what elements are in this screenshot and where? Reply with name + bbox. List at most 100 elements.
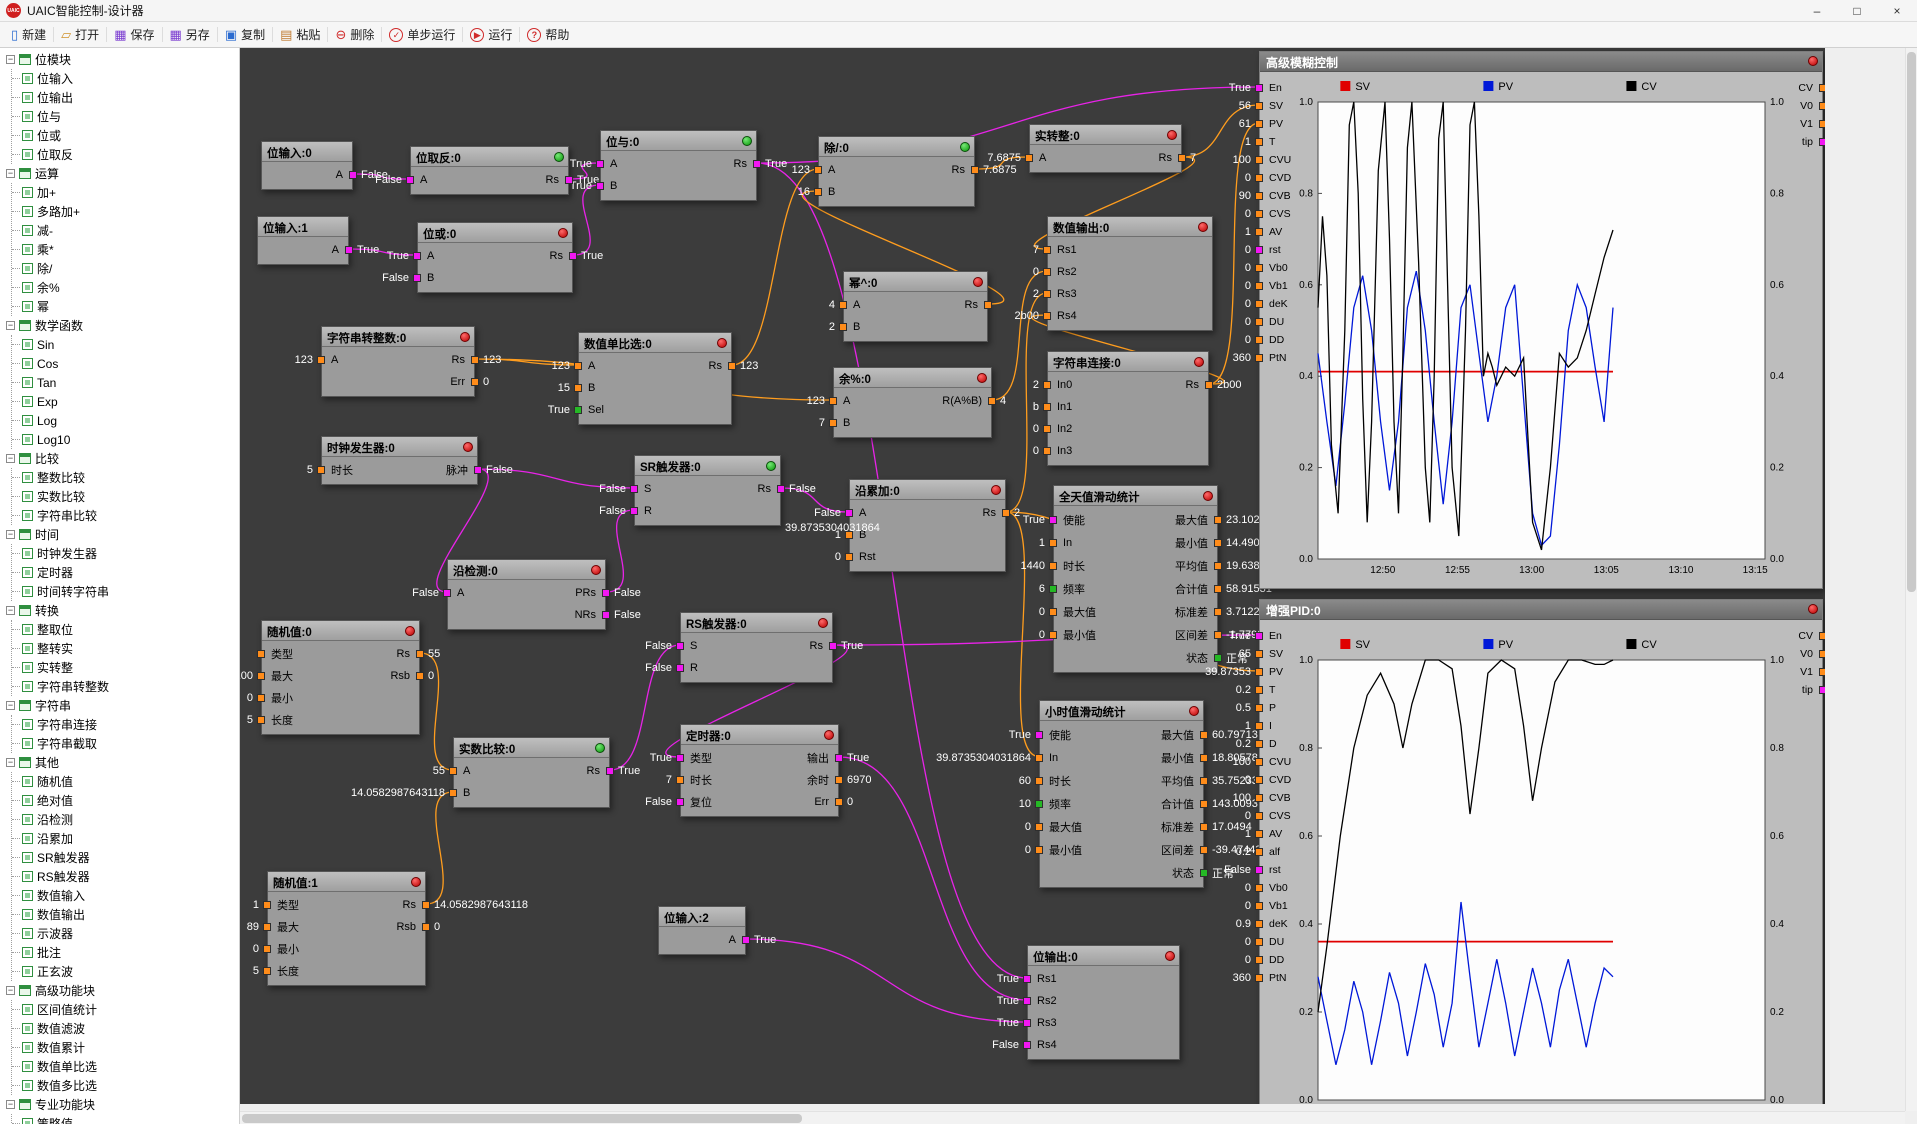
input-port[interactable] [1023, 1019, 1031, 1027]
output-port[interactable] [1214, 539, 1222, 547]
output-port[interactable] [1205, 381, 1213, 389]
toolbar-button-4[interactable]: ▦另存 [163, 24, 217, 46]
output-port[interactable] [422, 901, 430, 909]
panel-input-port[interactable] [1255, 974, 1263, 982]
panel-input-port[interactable] [1255, 830, 1263, 838]
node-24[interactable]: 位输入:2ATrue [658, 906, 746, 955]
input-port[interactable] [630, 485, 638, 493]
input-port[interactable] [263, 901, 271, 909]
toolbar-button-2[interactable]: ▱打开 [54, 24, 106, 46]
input-port[interactable] [829, 419, 837, 427]
panel-input-port[interactable] [1255, 668, 1263, 676]
panel-input-port[interactable] [1255, 210, 1263, 218]
input-port[interactable] [413, 252, 421, 260]
output-port[interactable] [728, 362, 736, 370]
panel-input-port[interactable] [1255, 120, 1263, 128]
panel-input-port[interactable] [1255, 866, 1263, 874]
panel-input-port[interactable] [1255, 246, 1263, 254]
tree-category[interactable]: −数学函数 [4, 316, 239, 335]
input-port[interactable] [676, 776, 684, 784]
vertical-scrollbar-thumb[interactable] [1907, 52, 1916, 592]
collapse-icon[interactable]: − [6, 321, 15, 330]
panel-input-port[interactable] [1255, 722, 1263, 730]
input-port[interactable] [317, 356, 325, 364]
tree-item[interactable]: Tan [12, 373, 239, 392]
node-11[interactable]: 余%:0A123R(A%B)4B7 [833, 367, 992, 438]
output-port[interactable] [1214, 516, 1222, 524]
input-port[interactable] [1043, 268, 1051, 276]
panel-input-port[interactable] [1255, 282, 1263, 290]
tree-item[interactable]: 数值滤波 [12, 1019, 239, 1038]
node-23[interactable]: 随机值:1类型1Rs14.0582987643118最大89Rsb0最小0长度5 [267, 871, 426, 986]
output-port[interactable] [1214, 654, 1222, 662]
collapse-icon[interactable]: − [6, 701, 15, 710]
output-port[interactable] [1002, 509, 1010, 517]
input-port[interactable] [1049, 631, 1057, 639]
input-port[interactable] [443, 589, 451, 597]
node-2[interactable]: 位与:0ATrueRsTrueBTrue [600, 130, 757, 201]
input-port[interactable] [574, 384, 582, 392]
tree-item[interactable]: 时钟发生器 [12, 544, 239, 563]
panel-input-port[interactable] [1255, 920, 1263, 928]
output-port[interactable] [1200, 823, 1208, 831]
input-port[interactable] [1049, 608, 1057, 616]
input-port[interactable] [845, 509, 853, 517]
panel-input-port[interactable] [1255, 192, 1263, 200]
toolbar-button-8[interactable]: ✓单步运行 [382, 24, 462, 46]
node-22[interactable]: 小时值滑动统计使能True最大值60.79713In39.87353040318… [1039, 700, 1204, 888]
panel-input-port[interactable] [1255, 758, 1263, 766]
input-port[interactable] [1043, 381, 1051, 389]
node-18[interactable]: RS触发器:0SFalseRsTrueRFalse [680, 612, 833, 683]
input-port[interactable] [449, 789, 457, 797]
node-6[interactable]: 位或:0ATrueRsTrueBFalse [417, 222, 573, 293]
input-port[interactable] [1035, 846, 1043, 854]
input-port[interactable] [814, 166, 822, 174]
tree-item[interactable]: 位输入 [12, 69, 239, 88]
tree-item[interactable]: 乘* [12, 240, 239, 259]
node-20[interactable]: 实数比较:0A55RsTrueB14.0582987643118 [453, 737, 610, 808]
output-port[interactable] [835, 798, 843, 806]
node-25[interactable]: 位输出:0Rs1TrueRs2TrueRs3TrueRs4False [1027, 945, 1180, 1060]
input-port[interactable] [1049, 585, 1057, 593]
panel-output-port[interactable] [1819, 84, 1825, 92]
input-port[interactable] [839, 301, 847, 309]
toolbar-button-10[interactable]: ?帮助 [520, 24, 576, 46]
tree-item[interactable]: 示波器 [12, 924, 239, 943]
toolbar-button-9[interactable]: ▶运行 [463, 24, 519, 46]
panel-input-port[interactable] [1255, 174, 1263, 182]
tree-item[interactable]: 整取位 [12, 620, 239, 639]
tree-item[interactable]: 位或 [12, 126, 239, 145]
input-port[interactable] [1023, 1041, 1031, 1049]
output-port[interactable] [602, 611, 610, 619]
tree-item[interactable]: 整转实 [12, 639, 239, 658]
tree-item[interactable]: 数值输入 [12, 886, 239, 905]
tree-item[interactable]: Log [12, 411, 239, 430]
tree-item[interactable]: 幂 [12, 297, 239, 316]
output-port[interactable] [474, 466, 482, 474]
tree-category[interactable]: −比较 [4, 449, 239, 468]
input-port[interactable] [1023, 975, 1031, 983]
tree-category[interactable]: −其他 [4, 753, 239, 772]
input-port[interactable] [263, 923, 271, 931]
input-port[interactable] [1035, 777, 1043, 785]
output-port[interactable] [569, 252, 577, 260]
tree-item[interactable]: 批注 [12, 943, 239, 962]
tree-item[interactable]: 位取反 [12, 145, 239, 164]
panel-0[interactable]: 高级模糊控制1.01.00.80.80.60.60.40.40.20.20.00… [1259, 51, 1823, 589]
input-port[interactable] [839, 323, 847, 331]
vertical-scrollbar[interactable] [1905, 48, 1917, 1111]
panel-output-port[interactable] [1819, 650, 1825, 658]
input-port[interactable] [574, 406, 582, 414]
panel-input-port[interactable] [1255, 156, 1263, 164]
panel-input-port[interactable] [1255, 848, 1263, 856]
input-port[interactable] [263, 967, 271, 975]
panel-input-port[interactable] [1255, 812, 1263, 820]
node-4[interactable]: 实转整:0A7.6875Rs7 [1029, 124, 1182, 173]
toolbar-button-5[interactable]: ▣复制 [218, 24, 272, 46]
toolbar-button-7[interactable]: ⊖删除 [328, 24, 381, 46]
horizontal-scrollbar-thumb[interactable] [242, 1114, 802, 1123]
output-port[interactable] [1214, 608, 1222, 616]
tree-item[interactable]: 除/ [12, 259, 239, 278]
panel-input-port[interactable] [1255, 632, 1263, 640]
panel-input-port[interactable] [1255, 956, 1263, 964]
